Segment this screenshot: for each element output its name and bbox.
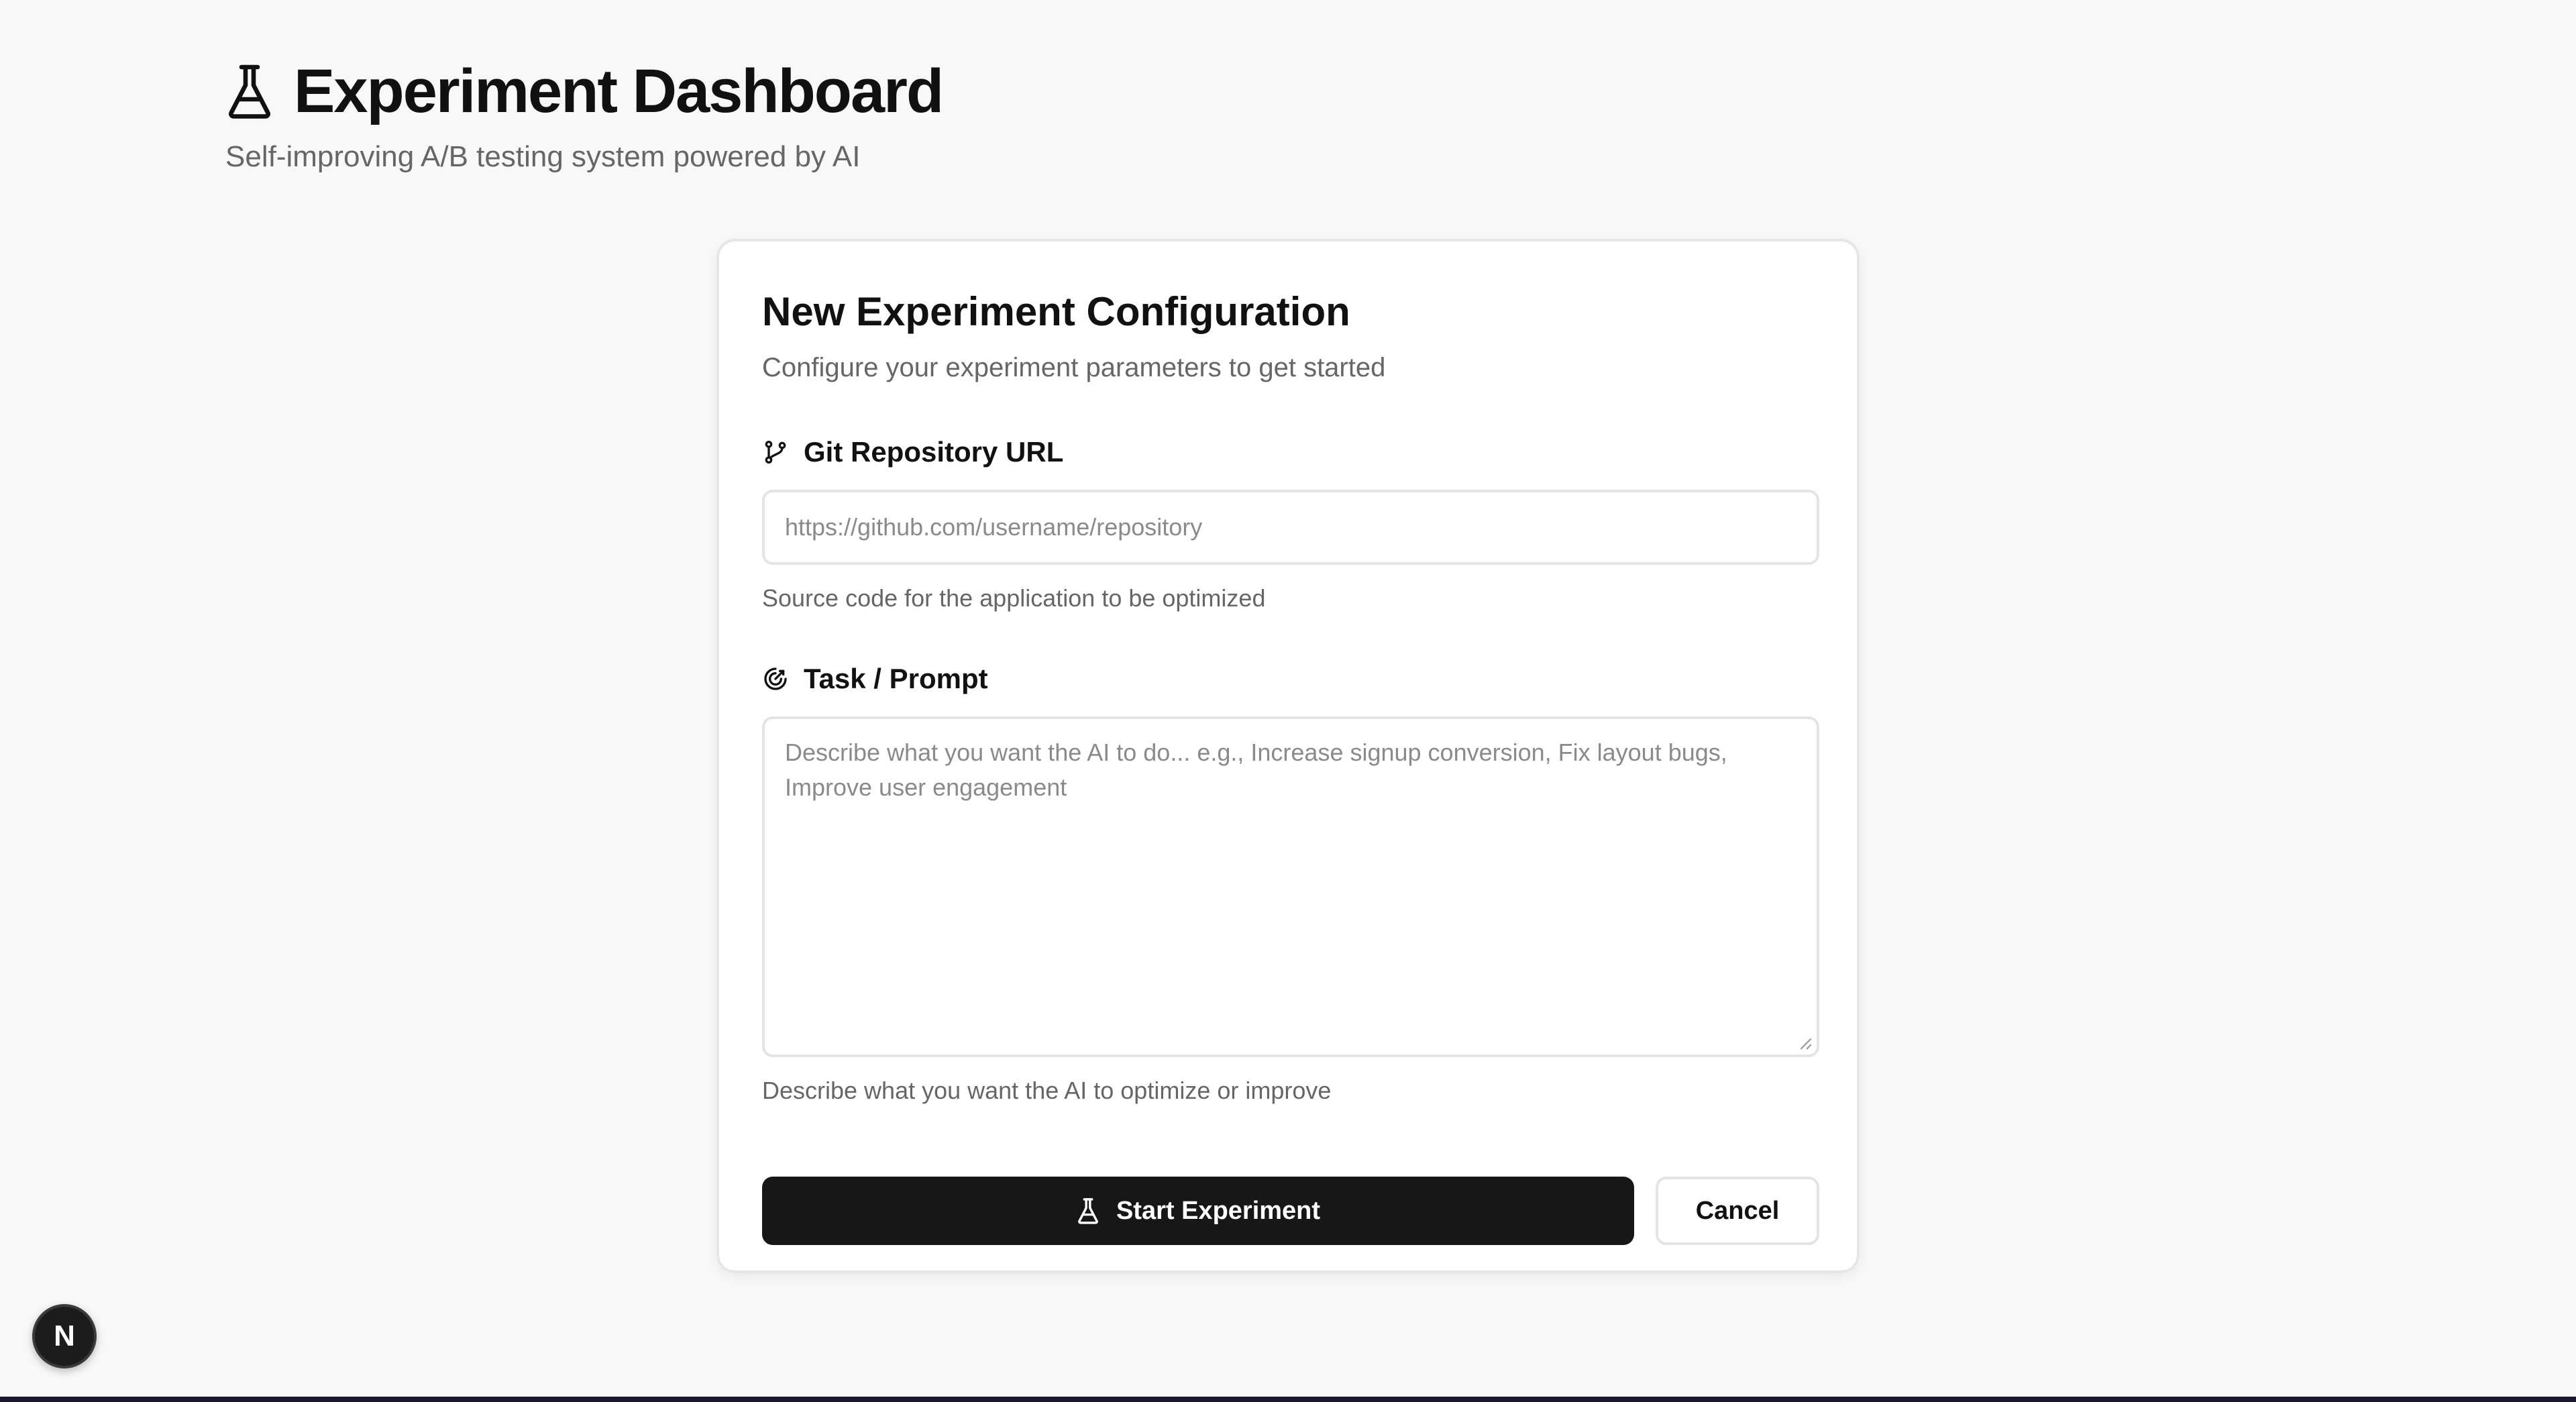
repo-url-placeholder: https://github.com/username/repository bbox=[785, 513, 1203, 541]
page: Experiment Dashboard Self-improving A/B … bbox=[0, 0, 2576, 1402]
target-icon bbox=[764, 667, 787, 690]
task-prompt-textarea[interactable]: Describe what you want the AI to do... e… bbox=[762, 716, 1819, 1057]
start-experiment-button[interactable]: Start Experiment bbox=[762, 1177, 1634, 1245]
page-subtitle: Self-improving A/B testing system powere… bbox=[225, 140, 861, 173]
task-label-text: Task / Prompt bbox=[804, 663, 988, 694]
title-row: Experiment Dashboard bbox=[225, 52, 944, 130]
badge-letter: N bbox=[54, 1319, 75, 1352]
page-header: Experiment Dashboard Self-improving A/B … bbox=[225, 52, 944, 176]
flask-icon bbox=[1078, 1198, 1098, 1224]
task-field-label: Task / Prompt bbox=[762, 659, 1819, 699]
card-title: New Experiment Configuration bbox=[762, 289, 1350, 334]
task-hint: Describe what you want the AI to optimiz… bbox=[762, 1077, 1332, 1104]
task-prompt-placeholder: Describe what you want the AI to do... e… bbox=[785, 739, 1727, 801]
form-actions: Start Experiment Cancel bbox=[762, 1177, 1819, 1245]
resize-grip-icon[interactable] bbox=[1798, 1036, 1813, 1050]
repo-label-text: Git Repository URL bbox=[804, 436, 1064, 468]
cancel-label: Cancel bbox=[1695, 1196, 1780, 1225]
dev-tools-badge[interactable]: N bbox=[32, 1304, 97, 1368]
repo-hint: Source code for the application to be op… bbox=[762, 584, 1266, 612]
flask-icon bbox=[225, 63, 274, 119]
page-title: Experiment Dashboard bbox=[294, 57, 944, 125]
card-description: Configure your experiment parameters to … bbox=[762, 353, 1386, 382]
start-experiment-label: Start Experiment bbox=[1116, 1196, 1321, 1225]
cancel-button[interactable]: Cancel bbox=[1656, 1177, 1819, 1245]
repo-url-input[interactable]: https://github.com/username/repository bbox=[762, 490, 1819, 565]
git-branch-icon bbox=[765, 440, 786, 464]
experiment-config-card: New Experiment Configuration Configure y… bbox=[716, 239, 1860, 1273]
window-bottom-edge bbox=[0, 1397, 2576, 1402]
card-content: New Experiment Configuration Configure y… bbox=[762, 287, 1819, 1245]
repo-field-label: Git Repository URL bbox=[762, 432, 1819, 472]
